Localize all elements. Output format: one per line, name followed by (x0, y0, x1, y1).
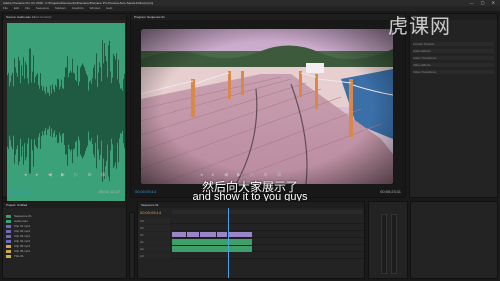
audio-meter-right (391, 214, 397, 274)
menu-clip[interactable]: Clip (25, 6, 30, 10)
program-monitor-panel: Program: Sequence 01 00;00;05;14 00;00;2… (130, 13, 406, 198)
clip-color-swatch (6, 224, 11, 228)
menu-graphics[interactable]: Graphics (72, 6, 84, 10)
video-clip[interactable] (228, 232, 252, 237)
tab-source[interactable]: Source: Audio.wav (6, 15, 31, 19)
track-a1: A1 (138, 239, 364, 245)
effects-row[interactable]: Video Effects (413, 63, 494, 67)
program-monitor-tabs: Program: Sequence 01 (131, 14, 405, 20)
video-clip[interactable] (217, 232, 227, 237)
clip-color-swatch (6, 214, 11, 218)
track-header[interactable]: V3 (138, 218, 170, 224)
audio-meter-left (381, 214, 387, 274)
project-item-name: Audio.wav (14, 219, 28, 223)
project-item[interactable]: Clip 03.mp4 (6, 234, 123, 238)
track-header[interactable]: A1 (138, 239, 170, 245)
empty-panel (410, 201, 498, 279)
menu-help[interactable]: Help (106, 6, 112, 10)
track-header[interactable]: V1 (138, 232, 170, 238)
track-v2: V2 (138, 225, 364, 231)
audio-clip[interactable] (172, 246, 252, 252)
project-item-name: Clip 06.mp4 (14, 249, 31, 253)
project-item[interactable]: Clip 02.mp4 (6, 229, 123, 233)
boardwalk-scene (141, 29, 393, 184)
tab-effect-controls[interactable]: Effect Controls (32, 15, 52, 19)
menu-file[interactable]: File (3, 6, 8, 10)
video-clip[interactable] (187, 232, 199, 237)
clip-color-swatch (6, 254, 11, 258)
track-header[interactable]: V2 (138, 225, 170, 231)
project-panel: Project: Untitled Sequence 01 Audio.wav Cl… (2, 201, 127, 279)
project-item-name: Clip 04.mp4 (14, 239, 31, 243)
timeline-panel: Sequence 01 00;00;05;14 V3 V2 V1 A1 A2 A… (137, 201, 365, 279)
track-a2: A2 (138, 246, 364, 252)
menu-edit[interactable]: Edit (14, 6, 19, 10)
track-a3: A3 (138, 253, 364, 259)
audio-clip[interactable] (172, 239, 252, 245)
effects-row[interactable]: Video Transitions (413, 70, 494, 74)
effects-row[interactable]: Audio Effects (413, 49, 494, 53)
clip-color-swatch (6, 229, 11, 233)
video-frame-boardwalk (141, 29, 393, 184)
window-title: Adobe Premiere Pro CC 2018 - F:\Projects… (3, 1, 154, 5)
effects-row[interactable]: Lumetri Presets (413, 42, 494, 46)
source-monitor-panel: Source: Audio.wav Effect Controls 00;00;… (2, 13, 127, 201)
project-item-list: Sequence 01 Audio.wav Clip 01.mp4 Clip 02.m… (3, 214, 126, 258)
timeline-ruler[interactable] (172, 210, 362, 214)
project-item[interactable]: Clip 04.mp4 (6, 239, 123, 243)
project-item[interactable]: Title 01 (6, 254, 123, 258)
watermark-logo: 虎课网 (388, 14, 451, 38)
project-item-name: Sequence 01 (14, 214, 32, 218)
project-item-name: Title 01 (14, 254, 24, 258)
project-item[interactable]: Clip 06.mp4 (6, 249, 123, 253)
timeline-tabs: Sequence 01 (138, 202, 364, 208)
menu-sequence[interactable]: Sequence (36, 6, 50, 10)
project-item-name: Clip 03.mp4 (14, 234, 31, 238)
menu-window[interactable]: Window (90, 6, 101, 10)
project-item[interactable]: Clip 01.mp4 (6, 224, 123, 228)
tab-sequence[interactable]: Sequence 01 (141, 203, 159, 207)
clip-color-swatch (6, 234, 11, 238)
project-item-name: Clip 02.mp4 (14, 229, 31, 233)
video-clip[interactable] (172, 232, 186, 237)
track-v3: V3 (138, 218, 364, 224)
effects-panel: Info Effects Lumetri Presets Audio Effec… (409, 13, 498, 198)
project-item[interactable]: Sequence 01 (6, 214, 123, 218)
clip-color-swatch (6, 244, 11, 248)
track-header[interactable]: A2 (138, 246, 170, 252)
tools-panel[interactable] (129, 212, 135, 279)
tab-program[interactable]: Program: Sequence 01 (134, 15, 165, 19)
menu-markers[interactable]: Markers (55, 6, 66, 10)
source-monitor-tabs: Source: Audio.wav Effect Controls (3, 14, 126, 20)
track-v1: V1 (138, 232, 364, 238)
track-header[interactable]: A3 (138, 253, 170, 259)
tab-project[interactable]: Project: Untitled (6, 203, 27, 207)
project-item-name: Clip 01.mp4 (14, 224, 31, 228)
clip-color-swatch (6, 219, 11, 223)
audio-meters-panel (368, 201, 408, 279)
project-item[interactable]: Audio.wav (6, 219, 123, 223)
video-clip[interactable] (200, 232, 216, 237)
project-item[interactable]: Clip 05.mp4 (6, 244, 123, 248)
effects-row[interactable]: Audio Transitions (413, 56, 494, 60)
timeline-timecode[interactable]: 00;00;05;14 (140, 210, 161, 215)
timeline-playhead[interactable] (228, 208, 229, 278)
clip-color-swatch (6, 239, 11, 243)
clip-color-swatch (6, 249, 11, 253)
project-item-name: Clip 05.mp4 (14, 244, 31, 248)
